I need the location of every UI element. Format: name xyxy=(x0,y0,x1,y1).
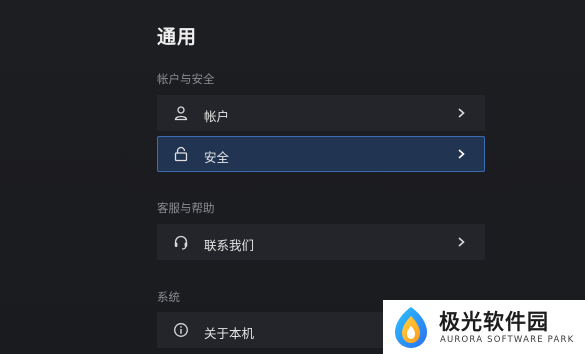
settings-item-about-label: 关于本机 xyxy=(204,326,255,341)
lock-icon xyxy=(174,146,188,162)
user-icon xyxy=(174,106,188,121)
section-label-support: 客服与帮助 xyxy=(157,201,215,215)
aurora-logo-icon xyxy=(395,307,427,348)
settings-item-contact-us-label: 联系我们 xyxy=(204,238,255,253)
section-label-account-security: 帐户与安全 xyxy=(157,72,215,86)
settings-item-security-label: 安全 xyxy=(204,150,230,165)
chevron-right-icon xyxy=(458,237,465,247)
page-title: 通用 xyxy=(157,26,198,48)
settings-item-security[interactable]: 安全 xyxy=(157,136,485,172)
settings-item-account[interactable]: 帐户 xyxy=(157,95,485,131)
chevron-right-icon xyxy=(458,108,465,118)
section-label-system: 系统 xyxy=(157,290,180,304)
settings-item-account-label: 帐户 xyxy=(204,109,230,124)
headset-icon xyxy=(174,235,188,250)
watermark-brand: 极光软件园 xyxy=(439,310,549,334)
chevron-right-icon xyxy=(458,149,465,159)
info-icon xyxy=(174,323,188,337)
watermark-subtitle: AURORA SOFTWARE PARK xyxy=(440,335,575,345)
watermark: 极光软件园 AURORA SOFTWARE PARK xyxy=(383,300,585,354)
settings-item-contact-us[interactable]: 联系我们 xyxy=(157,224,485,260)
